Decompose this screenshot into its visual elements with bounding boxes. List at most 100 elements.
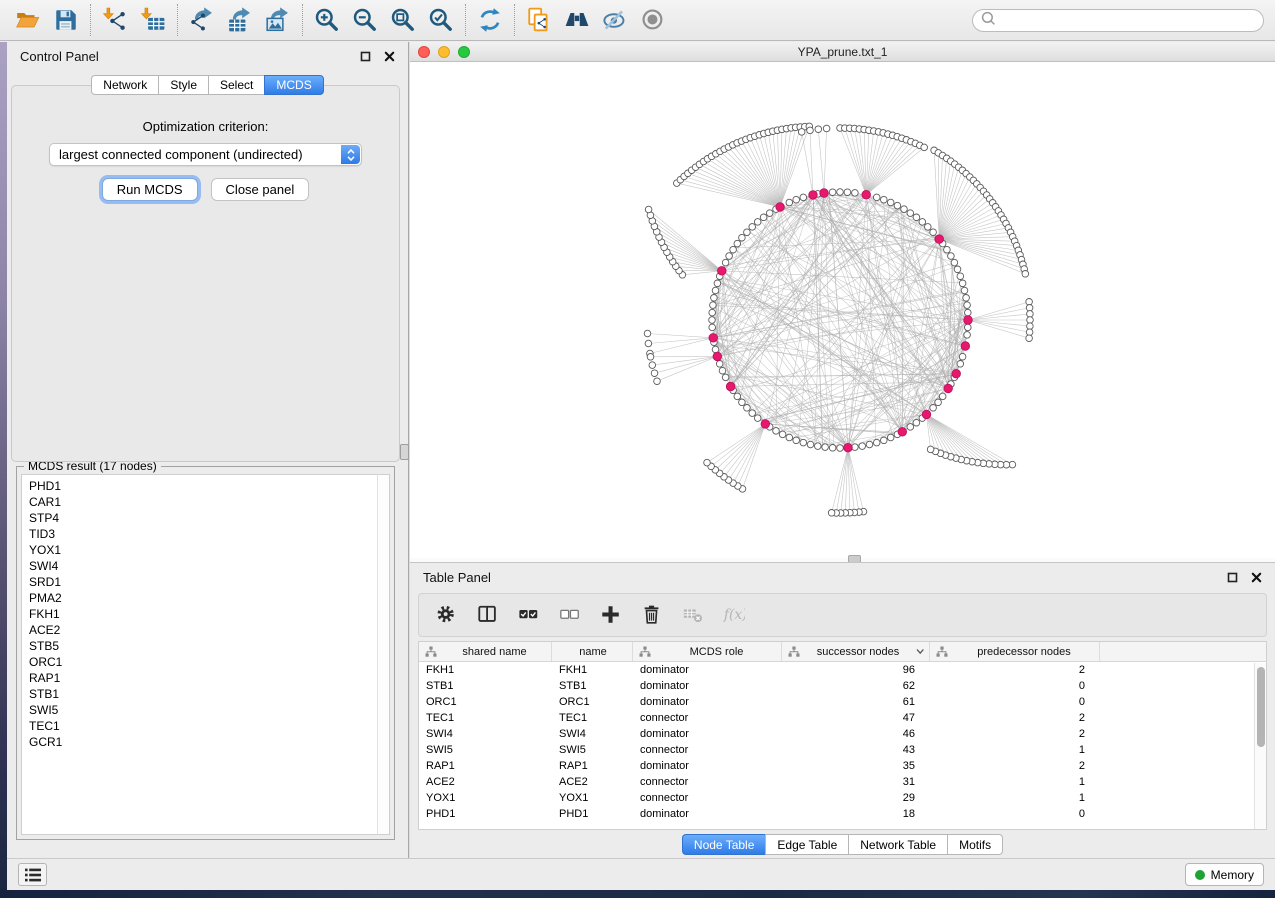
- delete-column-button[interactable]: [641, 604, 663, 626]
- mcds-result-item[interactable]: FKH1: [29, 606, 377, 622]
- table-scrollbar-thumb[interactable]: [1257, 667, 1265, 747]
- mcds-node[interactable]: [952, 369, 961, 378]
- network-leaf-node[interactable]: [1026, 335, 1033, 342]
- network-node[interactable]: [807, 441, 814, 448]
- network-node[interactable]: [852, 190, 859, 197]
- close-panel-button[interactable]: [384, 51, 395, 62]
- table-row[interactable]: ACE2ACE2connector311: [419, 774, 1266, 790]
- network-node[interactable]: [887, 434, 894, 441]
- network-leaf-node[interactable]: [651, 370, 658, 377]
- network-node[interactable]: [829, 445, 836, 452]
- network-node[interactable]: [829, 189, 836, 196]
- network-node[interactable]: [739, 234, 746, 241]
- network-node[interactable]: [793, 196, 800, 203]
- network-node[interactable]: [815, 443, 822, 450]
- column-header-predecessor-nodes[interactable]: predecessor nodes: [930, 642, 1100, 661]
- table-scrollbar[interactable]: [1254, 663, 1266, 829]
- open-session-button[interactable]: [13, 5, 43, 35]
- mcds-result-item[interactable]: SWI5: [29, 702, 377, 718]
- network-leaf-node[interactable]: [828, 510, 835, 517]
- network-node[interactable]: [793, 437, 800, 444]
- task-history-button[interactable]: [18, 863, 47, 886]
- mcds-node[interactable]: [944, 384, 953, 393]
- network-node[interactable]: [749, 410, 756, 417]
- mcds-node[interactable]: [713, 352, 722, 361]
- network-node[interactable]: [714, 280, 721, 287]
- create-column-button[interactable]: [600, 604, 622, 626]
- import-table-button[interactable]: [138, 5, 168, 35]
- network-leaf-node[interactable]: [704, 459, 711, 466]
- network-graph[interactable]: [410, 62, 1275, 558]
- zoom-in-button[interactable]: [312, 5, 342, 35]
- column-header-MCDS-role[interactable]: MCDS role: [633, 642, 782, 661]
- mcds-node[interactable]: [964, 316, 973, 325]
- network-node[interactable]: [719, 367, 726, 374]
- mcds-result-item[interactable]: TEC1: [29, 718, 377, 734]
- table-row[interactable]: TEC1TEC1connector472: [419, 710, 1266, 726]
- network-node[interactable]: [754, 219, 761, 226]
- search-box[interactable]: [972, 9, 1264, 32]
- network-node[interactable]: [800, 194, 807, 201]
- apply-layout-button[interactable]: [475, 5, 505, 35]
- column-settings-button[interactable]: [436, 604, 458, 626]
- network-leaf-node[interactable]: [1026, 305, 1033, 312]
- table-row[interactable]: STB1STB1dominator620: [419, 678, 1266, 694]
- import-network-button[interactable]: [100, 5, 130, 35]
- network-node[interactable]: [881, 437, 888, 444]
- mcds-result-item[interactable]: ORC1: [29, 654, 377, 670]
- network-leaf-node[interactable]: [1027, 311, 1034, 318]
- network-node[interactable]: [710, 302, 717, 309]
- network-node[interactable]: [948, 253, 955, 260]
- mcds-result-item[interactable]: CAR1: [29, 494, 377, 510]
- zoom-selected-button[interactable]: [426, 5, 456, 35]
- window-minimize-button[interactable]: [438, 46, 450, 58]
- network-node[interactable]: [744, 405, 751, 412]
- split-panel-button[interactable]: [477, 604, 499, 626]
- mcds-node[interactable]: [898, 428, 907, 437]
- export-network-button[interactable]: [187, 5, 217, 35]
- tab-style[interactable]: Style: [158, 75, 208, 95]
- table-row[interactable]: YOX1YOX1connector291: [419, 790, 1266, 806]
- table-row[interactable]: FKH1FKH1dominator962: [419, 662, 1266, 678]
- mcds-result-item[interactable]: STB5: [29, 638, 377, 654]
- network-node[interactable]: [959, 353, 966, 360]
- deselect-all-button[interactable]: [559, 604, 581, 626]
- network-node[interactable]: [907, 210, 914, 217]
- panel-splitter-handle[interactable]: [400, 444, 409, 460]
- network-node[interactable]: [734, 240, 741, 247]
- network-node[interactable]: [919, 219, 926, 226]
- network-node[interactable]: [837, 445, 844, 452]
- mcds-node[interactable]: [935, 235, 944, 244]
- network-node[interactable]: [935, 399, 942, 406]
- mcds-node[interactable]: [922, 410, 931, 419]
- network-node[interactable]: [766, 210, 773, 217]
- network-leaf-node[interactable]: [798, 129, 805, 136]
- tab-network[interactable]: Network: [91, 75, 158, 95]
- network-leaf-node[interactable]: [644, 330, 651, 337]
- mcds-node[interactable]: [820, 189, 829, 198]
- mcds-node[interactable]: [961, 342, 970, 351]
- network-node[interactable]: [844, 189, 851, 196]
- network-node[interactable]: [930, 405, 937, 412]
- mcds-result-item[interactable]: ACE2: [29, 622, 377, 638]
- network-node[interactable]: [754, 415, 761, 422]
- network-node[interactable]: [961, 287, 968, 294]
- window-close-button[interactable]: [418, 46, 430, 58]
- window-zoom-button[interactable]: [458, 46, 470, 58]
- mcds-node[interactable]: [709, 334, 718, 343]
- network-node[interactable]: [894, 202, 901, 209]
- network-node[interactable]: [957, 361, 964, 368]
- network-node[interactable]: [760, 214, 767, 221]
- mcds-node[interactable]: [844, 443, 853, 452]
- mcds-result-item[interactable]: SRD1: [29, 574, 377, 590]
- network-node[interactable]: [709, 317, 716, 324]
- tab-edge-table[interactable]: Edge Table: [765, 834, 848, 855]
- tab-node-table[interactable]: Node Table: [682, 834, 766, 855]
- export-table-button[interactable]: [225, 5, 255, 35]
- network-leaf-node[interactable]: [645, 340, 652, 347]
- network-node[interactable]: [712, 287, 719, 294]
- network-node[interactable]: [739, 399, 746, 406]
- network-node[interactable]: [881, 196, 888, 203]
- network-leaf-node[interactable]: [921, 144, 928, 151]
- network-leaf-node[interactable]: [654, 378, 661, 385]
